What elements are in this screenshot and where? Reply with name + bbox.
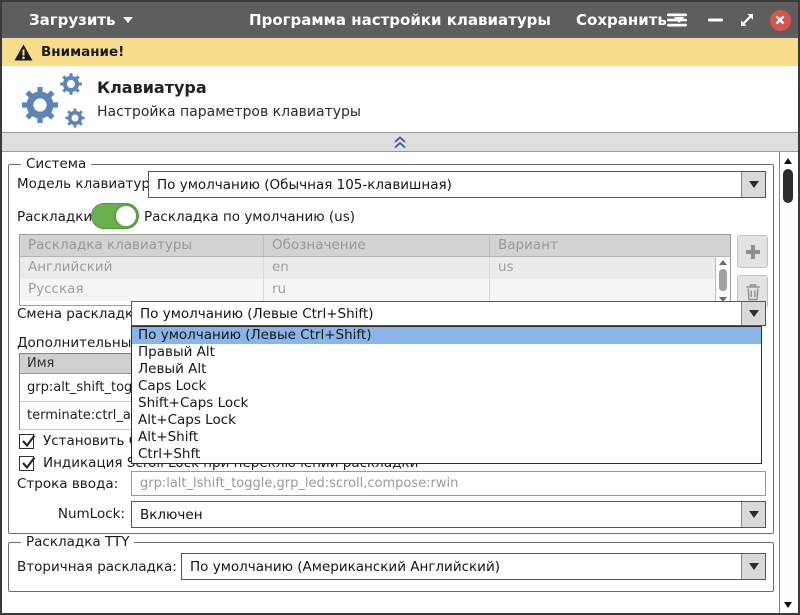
dropdown-option[interactable]: По умолчанию (Левые Ctrl+Shift): [132, 327, 761, 344]
keyboard-model-value: По умолчанию (Обычная 105-клавишная): [149, 172, 741, 197]
keyboard-model-label: Модель клавиатуры:: [17, 176, 165, 192]
chevron-up-double-icon: [393, 136, 407, 149]
cell-layout: Английский: [20, 257, 264, 279]
column-header-variant: Вариант: [490, 235, 730, 256]
main-menu-button[interactable]: [664, 2, 690, 38]
layouts-label: Раскладки:: [17, 209, 97, 225]
triangle-down-icon: [749, 181, 759, 188]
page-title: Клавиатура: [97, 78, 207, 97]
cell-layout: Русская: [20, 279, 264, 301]
dropdown-option[interactable]: Левый Alt: [132, 361, 761, 378]
layouts-table-body: Английский en us Русская ru: [20, 257, 730, 301]
dropdown-options: По умолчанию (Левые Ctrl+Shift) Правый A…: [132, 327, 761, 463]
triangle-down-icon: [749, 310, 759, 317]
triangle-down-icon: [784, 602, 792, 608]
dropdown-option[interactable]: Shift+Caps Lock: [132, 395, 761, 412]
layout-switch-value: По умолчанию (Левые Ctrl+Shift): [132, 302, 741, 325]
input-string-field[interactable]: grp:lalt_lshift_toggle,grp_led:scroll,co…: [131, 471, 766, 496]
secondary-layout-value: По умолчанию (Американский Английский): [182, 554, 741, 579]
keyboard-model-combobox[interactable]: По умолчанию (Обычная 105-клавишная): [148, 171, 766, 198]
scrollbar-thumb[interactable]: [783, 169, 793, 203]
layouts-toggle[interactable]: [91, 203, 139, 229]
compose-checkbox[interactable]: [19, 434, 34, 449]
layouts-table-scrollbar: [715, 257, 730, 305]
layout-switch-dropdown: По умолчанию (Левые Ctrl+Shift) Правый A…: [131, 326, 762, 464]
triangle-down-icon: [749, 511, 759, 518]
cell-code: en: [264, 257, 490, 279]
dropdown-option[interactable]: Alt+Caps Lock: [132, 412, 761, 429]
warning-banner: Внимание!: [2, 38, 798, 66]
window-title-text: Программа настройки клавиатуры: [249, 11, 551, 29]
check-icon: [20, 454, 38, 472]
toggle-knob: [114, 204, 138, 228]
minimize-icon: [708, 18, 723, 22]
table-row: Русская ru: [20, 279, 730, 301]
keyboard-gears-icon: [12, 70, 94, 130]
minimize-button[interactable]: [702, 2, 728, 38]
layout-switch-label: Смена раскладки:: [17, 306, 146, 322]
trash-icon: [745, 283, 761, 301]
close-button[interactable]: [766, 2, 794, 38]
triangle-down-icon: [749, 563, 759, 570]
keyboard-settings-window: Загрузить Программа настройки клавиатуры…: [0, 0, 800, 615]
warning-icon: [14, 44, 33, 61]
table-row: Английский en us: [20, 257, 730, 279]
add-layout-button[interactable]: [737, 235, 768, 268]
column-header-code: Обозначение: [264, 235, 490, 256]
collapse-header-bar[interactable]: [2, 132, 798, 152]
numlock-label: NumLock:: [17, 506, 125, 522]
column-header-layout: Раскладка клавиатуры: [20, 235, 264, 256]
close-icon: [770, 10, 791, 31]
save-menu-label: Сохранить: [576, 11, 667, 29]
plus-icon: [745, 244, 761, 260]
dropdown-option[interactable]: Caps Lock: [132, 378, 761, 395]
compose-checkbox-row: Установить Co: [19, 433, 146, 449]
scroll-down-button[interactable]: [780, 598, 796, 611]
tty-group-legend: Раскладка TTY: [21, 534, 134, 550]
system-group: Система Модель клавиатуры: По умолчанию …: [8, 164, 774, 534]
dropdown-button[interactable]: [741, 302, 765, 325]
check-icon: [20, 432, 38, 450]
scrollbar-thumb: [719, 269, 727, 291]
tty-group: Раскладка TTY Вторичная раскладка: По ум…: [8, 542, 774, 592]
dropdown-button[interactable]: [741, 172, 765, 197]
cell-code: ru: [264, 279, 490, 301]
triangle-up-icon: [784, 158, 792, 164]
dropdown-option[interactable]: Правый Alt: [132, 344, 761, 361]
layouts-table: Раскладка клавиатуры Обозначение Вариант…: [19, 234, 731, 306]
hamburger-icon: [667, 13, 687, 27]
dropdown-option[interactable]: Ctrl+Shft: [132, 446, 761, 463]
warning-text: Внимание!: [41, 44, 124, 60]
secondary-layout-combobox[interactable]: По умолчанию (Американский Английский): [181, 553, 766, 580]
layout-switch-combobox[interactable]: По умолчанию (Левые Ctrl+Shift): [131, 301, 766, 326]
page-header: Клавиатура Настройка параметров клавиату…: [2, 66, 798, 132]
scroll-up-icon: [716, 257, 730, 268]
numlock-combobox[interactable]: Включен: [131, 501, 766, 528]
cell-variant: us: [490, 257, 730, 279]
numlock-value: Включен: [132, 502, 741, 527]
layouts-toggle-text: Раскладка по умолчанию (us): [144, 209, 355, 225]
input-string-label: Строка ввода:: [17, 476, 118, 492]
resize-icon: [738, 11, 756, 29]
dropdown-button[interactable]: [741, 502, 765, 527]
system-group-legend: Система: [21, 156, 91, 172]
layouts-table-header: Раскладка клавиатуры Обозначение Вариант: [20, 235, 730, 257]
page-subtitle: Настройка параметров клавиатуры: [97, 104, 361, 120]
cell-variant: [490, 279, 730, 301]
main-scrollbar[interactable]: [779, 152, 796, 613]
secondary-layout-label: Вторичная раскладка:: [17, 559, 177, 575]
scrolllock-checkbox[interactable]: [19, 456, 34, 471]
extra-options-label: Дополнительные о: [17, 335, 135, 351]
dropdown-option[interactable]: Alt+Shift: [132, 429, 761, 446]
maximize-button[interactable]: [734, 2, 760, 38]
dropdown-button[interactable]: [741, 554, 765, 579]
titlebar: Загрузить Программа настройки клавиатуры…: [2, 2, 798, 38]
scroll-up-button[interactable]: [780, 154, 796, 167]
